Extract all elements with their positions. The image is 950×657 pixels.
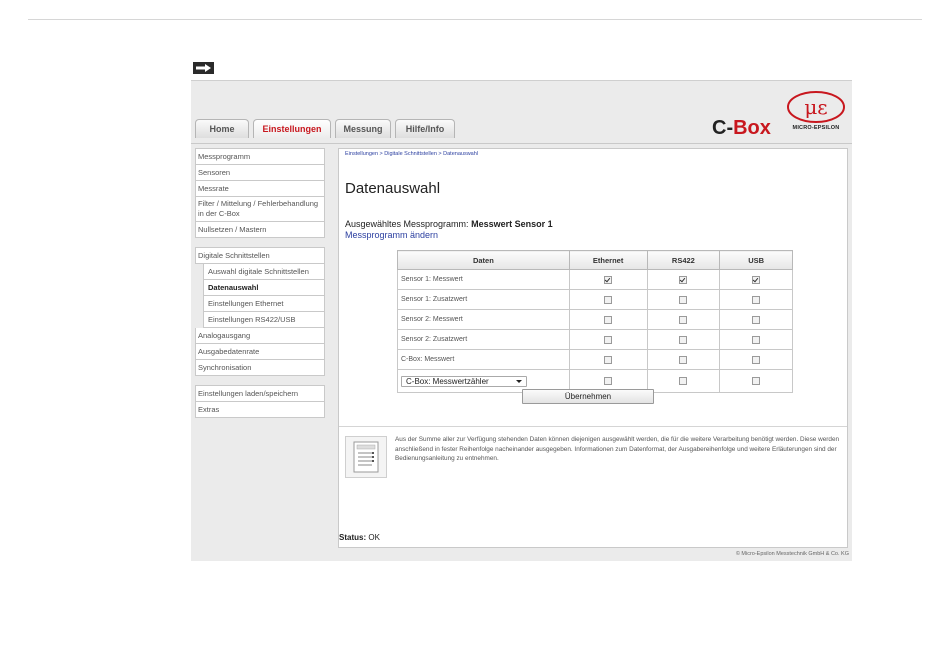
ethernet-checkbox[interactable] <box>603 315 612 324</box>
table-row: C-Box: Messwert <box>397 349 793 370</box>
header-daten: Daten <box>397 250 570 270</box>
change-program-link[interactable]: Messprogramm ändern <box>345 230 438 240</box>
header-rs422: RS422 <box>646 250 721 270</box>
app-frame: Home Einstellungen Messung Hilfe/Info C-… <box>191 80 852 561</box>
sidebar-item-einstellungen-rs422-usb[interactable]: Einstellungen RS422/USB <box>203 312 325 328</box>
data-selection-table: Daten Ethernet RS422 USB Sensor 1: Messw… <box>397 250 793 393</box>
apply-button[interactable]: Übernehmen <box>522 389 654 404</box>
content-divider <box>339 426 847 427</box>
sidebar-item-laden-speichern[interactable]: Einstellungen laden/speichern <box>195 385 325 402</box>
chevron-down-icon <box>516 379 522 383</box>
sidebar-item-einstellungen-ethernet[interactable]: Einstellungen Ethernet <box>203 296 325 312</box>
product-suffix: Box <box>733 117 771 139</box>
main-tabs: Home Einstellungen Messung Hilfe/Info <box>195 119 459 138</box>
status-bar: Status: OK <box>339 533 380 542</box>
sidebar-item-synchronisation[interactable]: Synchronisation <box>195 360 325 376</box>
ethernet-checkbox[interactable] <box>603 295 612 304</box>
row-label: Sensor 2: Zusatzwert <box>397 329 570 350</box>
sidebar-item-extras[interactable]: Extras <box>195 402 325 418</box>
sidebar-item-ausgabedatenrate[interactable]: Ausgabedatenrate <box>195 344 325 360</box>
sidebar-item-nullsetzen[interactable]: Nullsetzen / Mastern <box>195 222 325 238</box>
table-row: Sensor 1: Messwert <box>397 269 793 290</box>
tab-hilfe-info[interactable]: Hilfe/Info <box>395 119 455 138</box>
table-row: Sensor 2: Messwert <box>397 309 793 330</box>
table-row: Sensor 2: Zusatzwert <box>397 329 793 350</box>
svg-text:με: με <box>804 95 827 119</box>
document-list-icon <box>345 436 387 478</box>
sidebar-item-datenauswahl[interactable]: Datenauswahl <box>203 280 325 296</box>
sidebar-item-filter[interactable]: Filter / Mittelung / Fehlerbehandlung in… <box>195 197 325 222</box>
sidebar-nav: Messprogramm Sensoren Messrate Filter / … <box>195 148 325 418</box>
sidebar-item-auswahl-schnittstellen[interactable]: Auswahl digitale Schnittstellen <box>203 264 325 280</box>
sidebar-item-sensoren[interactable]: Sensoren <box>195 165 325 181</box>
ethernet-checkbox[interactable] <box>603 355 612 364</box>
row-label: Sensor 2: Messwert <box>397 309 570 330</box>
ethernet-checkbox[interactable] <box>603 275 612 284</box>
selected-program: Ausgewähltes Messprogramm: Messwert Sens… <box>345 219 553 229</box>
data-source-dropdown[interactable]: C-Box: Messwertzähler <box>401 375 527 387</box>
tab-einstellungen[interactable]: Einstellungen <box>253 119 331 138</box>
product-name: C-Box <box>712 117 771 140</box>
header-divider <box>191 143 852 144</box>
sidebar-item-messprogramm[interactable]: Messprogramm <box>195 148 325 165</box>
tab-messung[interactable]: Messung <box>335 119 391 138</box>
top-divider <box>28 19 922 20</box>
sidebar-item-messrate[interactable]: Messrate <box>195 181 325 197</box>
header-usb: USB <box>719 250 793 270</box>
usb-checkbox[interactable] <box>751 275 760 284</box>
sidebar-item-analogausgang[interactable]: Analogausgang <box>195 328 325 344</box>
copyright-footer: © Micro-Epsilon Messtechnik GmbH & Co. K… <box>735 551 849 557</box>
main-content: Einstellungen > Digitale Schnittstellen … <box>338 148 848 548</box>
usb-checkbox[interactable] <box>751 335 760 344</box>
dropdown-value: C-Box: Messwertzähler <box>406 376 489 386</box>
rs422-checkbox[interactable] <box>678 315 687 324</box>
selected-program-label: Ausgewähltes Messprogramm: <box>345 219 469 229</box>
tab-home[interactable]: Home <box>195 119 249 138</box>
header-ethernet: Ethernet <box>568 250 648 270</box>
ethernet-checkbox[interactable] <box>603 377 612 385</box>
row-label: Sensor 1: Zusatzwert <box>397 289 570 310</box>
rs422-checkbox[interactable] <box>678 295 687 304</box>
logo-text: MICRO-EPSILON <box>792 125 840 131</box>
ethernet-checkbox[interactable] <box>603 335 612 344</box>
sidebar-item-digitale-schnittstellen[interactable]: Digitale Schnittstellen <box>195 247 325 264</box>
usb-checkbox[interactable] <box>751 315 760 324</box>
rs422-checkbox[interactable] <box>678 355 687 364</box>
page-title: Datenauswahl <box>345 180 441 197</box>
selected-program-value: Messwert Sensor 1 <box>471 219 553 229</box>
rs422-checkbox[interactable] <box>678 335 687 344</box>
table-row: Sensor 1: Zusatzwert <box>397 289 793 310</box>
usb-checkbox[interactable] <box>751 377 760 385</box>
breadcrumb[interactable]: Einstellungen > Digitale Schnittstellen … <box>345 151 478 157</box>
usb-checkbox[interactable] <box>751 355 760 364</box>
rs422-checkbox[interactable] <box>678 377 687 385</box>
info-description: Aus der Summe aller zur Verfügung stehen… <box>395 436 840 462</box>
status-label: Status: <box>339 533 367 542</box>
arrow-right-icon <box>193 62 214 74</box>
product-prefix: C- <box>712 117 734 139</box>
row-label: Sensor 1: Messwert <box>397 269 570 290</box>
usb-checkbox[interactable] <box>751 295 760 304</box>
status-value: OK <box>368 533 380 542</box>
rs422-checkbox[interactable] <box>678 275 687 284</box>
row-label: C-Box: Messwert <box>397 349 570 370</box>
micro-epsilon-logo-icon: με MICRO-EPSILON <box>783 89 849 137</box>
